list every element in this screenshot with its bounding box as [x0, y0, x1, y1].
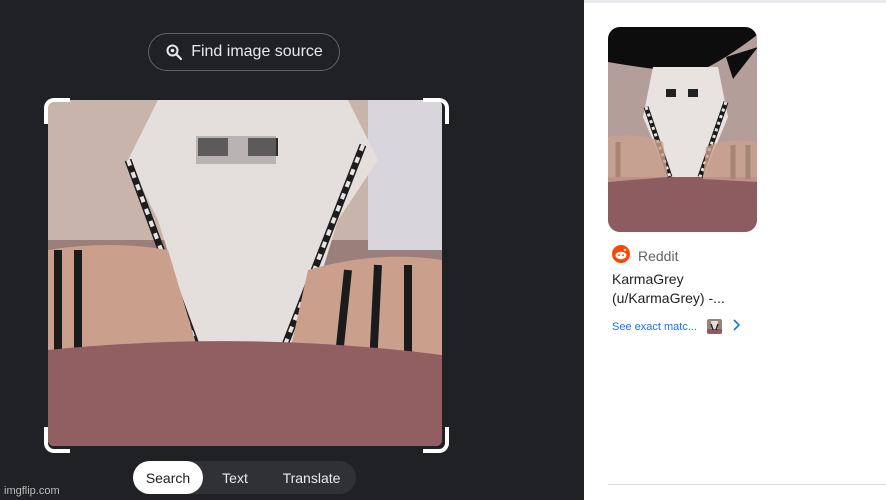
- imgflip-watermark: imgflip.com: [4, 485, 60, 497]
- mode-text-tab[interactable]: Text: [203, 461, 267, 494]
- crop-handle-top-left[interactable]: [44, 98, 70, 124]
- crop-handle-bottom-left[interactable]: [44, 427, 70, 453]
- source-name: Reddit: [638, 247, 679, 264]
- reddit-icon: [612, 245, 630, 266]
- mode-translate-tab[interactable]: Translate: [267, 461, 356, 494]
- selected-image[interactable]: [48, 100, 442, 446]
- chevron-right-icon: [732, 319, 741, 334]
- result-title-link[interactable]: KarmaGrey (u/KarmaGrey) -...: [612, 270, 772, 308]
- results-panel: Reddit KarmaGrey (u/KarmaGrey) -... See …: [584, 0, 886, 500]
- mode-search-tab[interactable]: Search: [133, 461, 203, 494]
- crop-handle-bottom-right[interactable]: [423, 427, 449, 453]
- top-divider: [584, 0, 886, 3]
- result-thumbnail[interactable]: [608, 27, 757, 232]
- exact-match-mini-thumbnail: [706, 319, 722, 334]
- find-image-source-label: Find image source: [191, 43, 323, 60]
- find-image-source-button[interactable]: Find image source: [148, 33, 340, 71]
- lens-search-icon: [165, 43, 183, 61]
- lens-mode-switcher: Search Text Translate: [133, 461, 356, 494]
- result-source[interactable]: Reddit: [612, 245, 678, 266]
- lens-preview-panel: Find image source Search Text Translate …: [0, 0, 584, 500]
- see-exact-matches-label: See exact matc...: [612, 320, 697, 333]
- bottom-divider: [608, 484, 886, 485]
- see-exact-matches-link[interactable]: See exact matc...: [612, 319, 741, 334]
- crop-handle-top-right[interactable]: [423, 98, 449, 124]
